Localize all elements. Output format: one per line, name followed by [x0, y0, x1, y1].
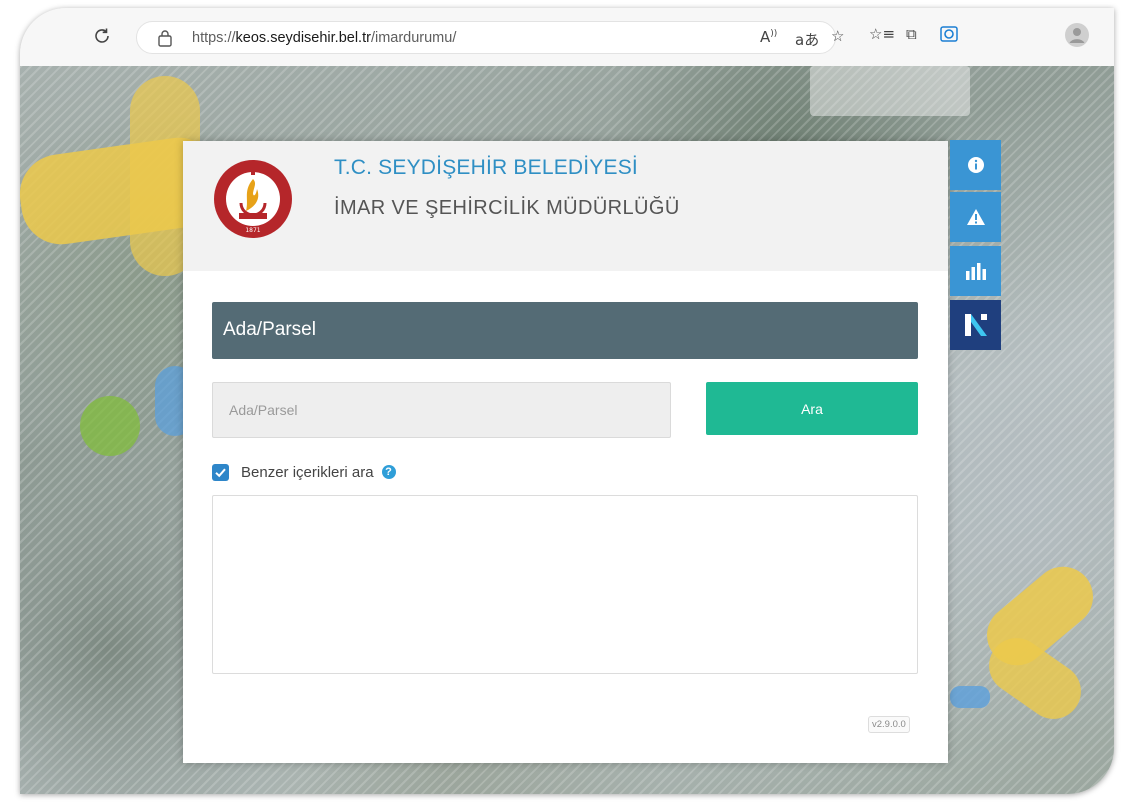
favorite-add-icon[interactable]: ☆	[831, 27, 844, 45]
bar-chart-icon	[965, 263, 986, 280]
profile-avatar[interactable]	[1065, 23, 1089, 51]
similar-search-checkbox[interactable]	[212, 463, 229, 481]
address-bar[interactable]: https://keos.seydisehir.bel.tr/imardurum…	[136, 21, 844, 54]
url-domain: keos.seydisehir.bel.tr	[235, 30, 371, 46]
svg-text:1871: 1871	[245, 227, 260, 234]
page-background: 1871 T.C. SEYDİŞEHİR BELEDİYESİ İMAR VE …	[20, 66, 1114, 794]
section-header: Ada/Parsel	[212, 302, 918, 359]
municipality-logo: 1871	[214, 160, 292, 238]
card-header: 1871 T.C. SEYDİŞEHİR BELEDİYESİ İMAR VE …	[183, 141, 948, 271]
version-label: v2.9.0.0	[868, 716, 910, 733]
info-icon	[967, 157, 984, 173]
similar-search-option[interactable]: Benzer içerikleri ara ?	[212, 463, 396, 481]
refresh-icon[interactable]	[91, 26, 113, 48]
warning-button[interactable]	[950, 192, 1001, 242]
netcad-button[interactable]	[950, 300, 1001, 350]
info-button[interactable]	[950, 140, 1001, 190]
search-button[interactable]: Ara	[706, 382, 918, 435]
netcad-logo-icon	[964, 314, 987, 336]
browser-window: https://keos.seydisehir.bel.tr/imardurum…	[20, 8, 1114, 794]
address-url: https://keos.seydisehir.bel.tr/imardurum…	[192, 30, 456, 46]
checkmark-icon	[215, 468, 226, 477]
background-decoration	[80, 396, 140, 456]
section-title: Ada/Parsel	[223, 319, 316, 340]
edge-icon[interactable]	[940, 25, 958, 47]
browser-toolbar: https://keos.seydisehir.bel.tr/imardurum…	[20, 8, 1114, 66]
url-path: /imardurumu/	[370, 30, 457, 46]
background-decoration	[810, 66, 970, 116]
ada-parsel-input[interactable]	[212, 382, 671, 438]
lock-icon[interactable]	[157, 29, 173, 47]
background-decoration	[950, 686, 990, 708]
results-area	[212, 495, 918, 674]
warning-icon	[966, 209, 985, 225]
org-subtitle: İMAR VE ŞEHİRCİLİK MÜDÜRLÜĞÜ	[334, 197, 680, 219]
favorites-icon[interactable]: ☆≡	[869, 25, 895, 43]
translate-icon[interactable]: aあ	[795, 29, 819, 50]
search-card: 1871 T.C. SEYDİŞEHİR BELEDİYESİ İMAR VE …	[183, 141, 948, 763]
url-scheme: https://	[192, 30, 236, 46]
help-icon[interactable]: ?	[381, 465, 396, 479]
read-aloud-icon[interactable]: A))	[760, 28, 777, 46]
org-title: T.C. SEYDİŞEHİR BELEDİYESİ	[334, 156, 638, 179]
collections-icon[interactable]: ⧉	[906, 25, 917, 43]
statistics-button[interactable]	[950, 246, 1001, 296]
similar-search-label: Benzer içerikleri ara	[241, 463, 374, 481]
